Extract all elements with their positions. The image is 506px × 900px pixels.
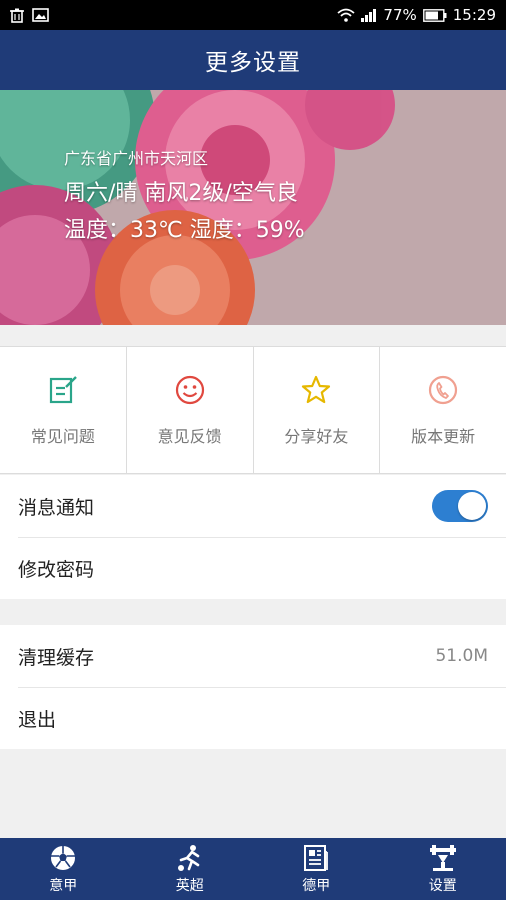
faq-edit-icon: [46, 373, 80, 407]
player-kick-icon: [175, 843, 205, 873]
nav-label-bundesliga: 德甲: [302, 878, 331, 894]
grid-item-update[interactable]: 版本更新: [380, 347, 506, 473]
change-password-row[interactable]: 修改密码: [0, 537, 506, 599]
grid-label-update: 版本更新: [411, 427, 476, 446]
status-time: 15:29: [452, 6, 496, 24]
grid-item-feedback[interactable]: 意见反馈: [127, 347, 254, 473]
clear-cache-label: 清理缓存: [18, 646, 95, 669]
status-bar: 77% 15:29: [0, 0, 506, 30]
weather-temp-humidity: 温度：33℃ 湿度：59%: [64, 218, 305, 243]
soccer-ball-icon: [48, 843, 78, 873]
notifications-toggle[interactable]: [432, 490, 488, 522]
cache-size-value: 51.0M: [435, 646, 488, 666]
app-header: 更多设置: [0, 30, 506, 90]
newspaper-icon: [301, 843, 331, 873]
nav-item-serie-a[interactable]: 意甲: [0, 838, 127, 900]
bottom-nav: 意甲 英超 德甲 设置: [0, 838, 506, 900]
nav-label-settings: 设置: [428, 878, 457, 894]
floral-background-image: [0, 90, 506, 325]
nav-item-settings[interactable]: 设置: [380, 838, 506, 900]
grid-item-faq[interactable]: 常见问题: [0, 347, 127, 473]
page-title: 更多设置: [205, 50, 301, 76]
nav-label-premier-league: 英超: [175, 878, 204, 894]
weather-banner: 广东省广州市天河区 周六/晴 南风2级/空气良 温度：33℃ 湿度：59%: [0, 90, 506, 325]
star-icon: [299, 373, 333, 407]
logout-label: 退出: [18, 708, 57, 731]
settings-tool-icon: [428, 843, 458, 873]
notifications-label: 消息通知: [18, 496, 95, 519]
logout-row[interactable]: 退出: [0, 687, 506, 749]
grid-label-faq: 常见问题: [30, 427, 95, 446]
nav-item-bundesliga[interactable]: 德甲: [253, 838, 380, 900]
clear-cache-row[interactable]: 清理缓存 51.0M: [0, 625, 506, 687]
trash-icon: [10, 8, 24, 23]
quick-actions-grid: 常见问题 意见反馈 分享好友 版本更新: [0, 346, 506, 474]
settings-group-2: 清理缓存 51.0M 退出: [0, 625, 506, 749]
signal-icon: [361, 8, 377, 22]
grid-label-feedback: 意见反馈: [157, 427, 222, 446]
settings-group-1: 消息通知 修改密码: [0, 475, 506, 599]
notifications-row: 消息通知: [0, 475, 506, 537]
image-icon: [32, 8, 49, 22]
nav-label-serie-a: 意甲: [49, 878, 78, 894]
nav-item-premier-league[interactable]: 英超: [127, 838, 254, 900]
toggle-knob: [458, 492, 486, 520]
battery-icon: [422, 8, 447, 22]
grid-item-share[interactable]: 分享好友: [254, 347, 381, 473]
wifi-icon: [337, 8, 356, 22]
grid-label-share: 分享好友: [284, 427, 349, 446]
smiley-icon: [173, 373, 207, 407]
update-phone-icon: [426, 373, 460, 407]
weather-location: 广东省广州市天河区: [64, 149, 209, 168]
change-password-label: 修改密码: [18, 558, 95, 581]
status-bar-left: [10, 8, 49, 23]
battery-percent: 77%: [383, 6, 417, 24]
weather-condition: 周六/晴 南风2级/空气良: [64, 181, 298, 206]
status-bar-right: 77% 15:29: [337, 6, 496, 24]
